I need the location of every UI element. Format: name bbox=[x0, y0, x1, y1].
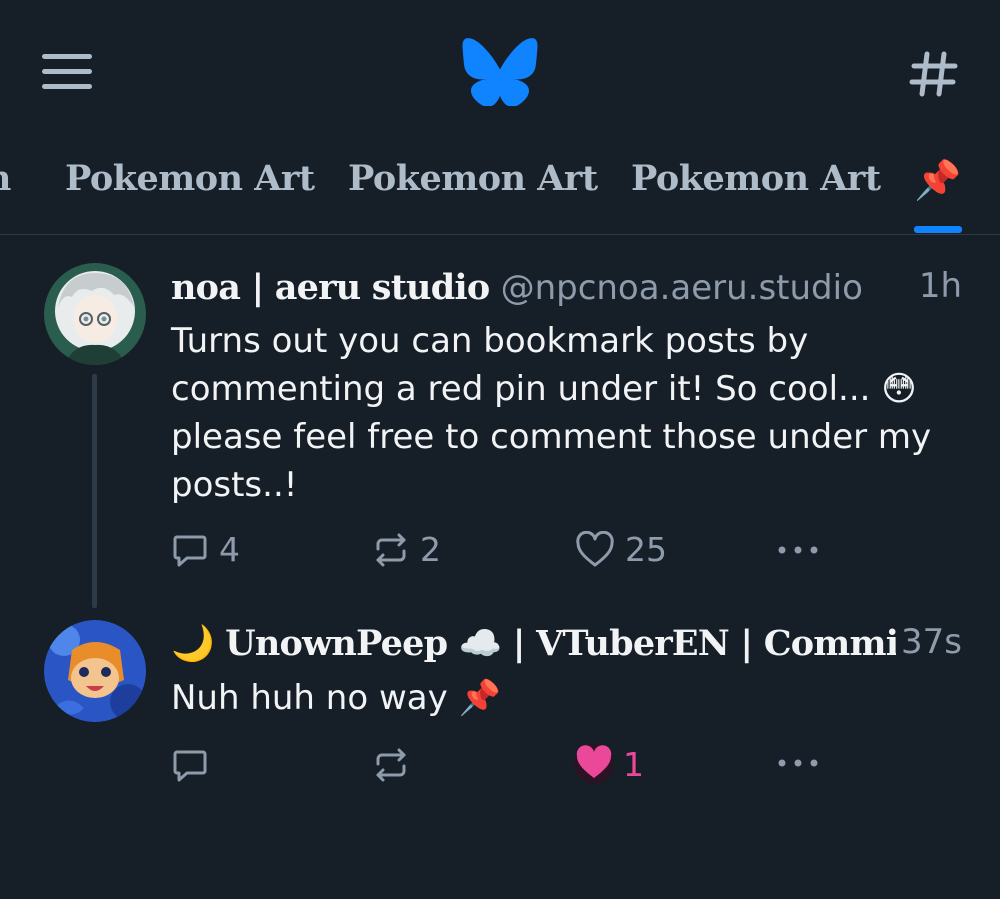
menu-icon[interactable] bbox=[42, 52, 94, 92]
avatar[interactable] bbox=[44, 263, 146, 365]
more-options-button[interactable] bbox=[776, 753, 820, 773]
hashtag-icon[interactable] bbox=[908, 48, 960, 100]
divider bbox=[0, 234, 1000, 235]
post-text-line: please feel free to comment those under … bbox=[171, 417, 932, 457]
reply-count: 4 bbox=[219, 530, 240, 569]
heart-icon bbox=[576, 530, 614, 566]
repost-icon bbox=[376, 533, 406, 566]
thread-line bbox=[92, 374, 97, 608]
avatar[interactable] bbox=[44, 620, 146, 722]
like-count: 1 bbox=[623, 744, 644, 784]
timestamp[interactable]: 37s bbox=[901, 622, 962, 662]
more-options-button[interactable] bbox=[776, 540, 820, 560]
more-dots-icon bbox=[778, 759, 818, 767]
post-text-line: Nuh huh no way 📌 bbox=[171, 678, 501, 718]
tab-partial[interactable]: n bbox=[0, 158, 11, 199]
tab-pokemon-art-2[interactable]: Pokemon Art bbox=[348, 158, 598, 199]
tab-pokemon-art-3[interactable]: Pokemon Art bbox=[631, 158, 881, 199]
top-bar bbox=[0, 0, 1000, 140]
reply-icon bbox=[173, 750, 207, 782]
display-name[interactable]: noa | aeru studio bbox=[171, 267, 490, 308]
tab-pinned[interactable]: 📌 bbox=[914, 155, 962, 205]
like-button[interactable]: 25 bbox=[575, 530, 667, 569]
tab-pokemon-art-1[interactable]: Pokemon Art bbox=[65, 158, 315, 199]
like-count: 25 bbox=[625, 530, 667, 569]
post-header: 🌙 UnownPeep ☁️ | VTuberEN | Commi... bbox=[171, 622, 896, 666]
repost-button[interactable]: 2 bbox=[372, 530, 441, 569]
repost-count: 2 bbox=[420, 530, 441, 569]
more-dots-icon bbox=[778, 546, 818, 554]
reply-button[interactable]: 4 bbox=[171, 530, 240, 569]
display-name[interactable]: 🌙 UnownPeep ☁️ | VTuberEN | Commi... bbox=[171, 623, 896, 664]
reply-button[interactable] bbox=[171, 746, 209, 784]
feed-tabs: n Pokemon Art Pokemon Art Pokemon Art 📌 bbox=[0, 140, 1000, 234]
post-text-line: posts..! bbox=[171, 465, 298, 505]
post-text: Nuh huh no way 📌 bbox=[171, 674, 971, 722]
repost-button[interactable] bbox=[372, 746, 410, 784]
handle[interactable]: @npcnoa.aeru.studio bbox=[501, 268, 863, 308]
bluesky-butterfly-icon[interactable] bbox=[462, 38, 538, 106]
active-tab-indicator bbox=[914, 226, 962, 233]
post-text-line: Turns out you can bookmark posts by bbox=[171, 321, 809, 361]
post-text-line: commenting a red pin under it! So cool..… bbox=[171, 369, 917, 409]
post-text: Turns out you can bookmark posts by comm… bbox=[171, 317, 971, 509]
heart-filled-icon bbox=[574, 744, 614, 784]
reply-icon bbox=[173, 535, 207, 566]
post-header: noa | aeru studio @npcnoa.aeru.studio bbox=[171, 266, 911, 310]
like-button-liked[interactable]: 1 bbox=[573, 743, 644, 785]
repost-icon bbox=[376, 748, 406, 782]
timestamp[interactable]: 1h bbox=[919, 266, 962, 306]
